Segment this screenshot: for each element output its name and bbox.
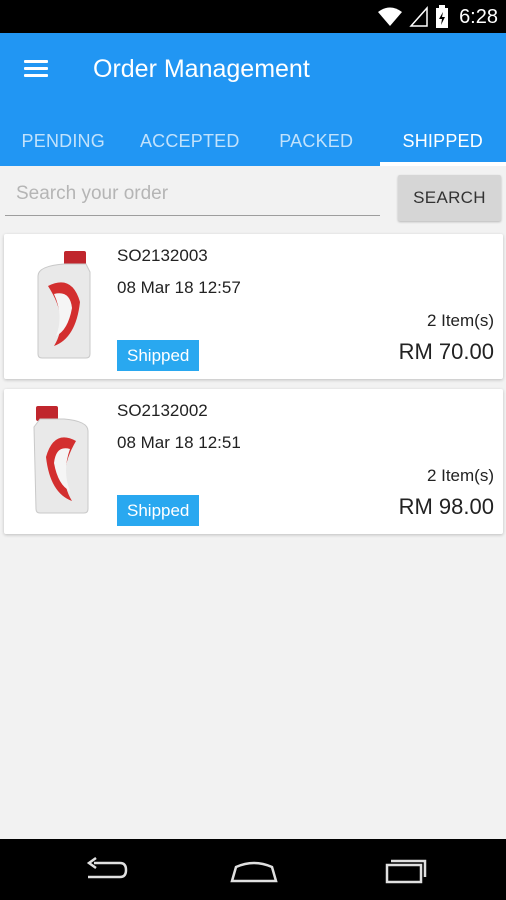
oil-bottle-icon (37, 251, 91, 359)
tab-packed[interactable]: PACKED (253, 117, 380, 166)
order-card[interactable]: SO2132002 08 Mar 18 12:51 2 Item(s) Ship… (4, 389, 503, 534)
item-count: 2 Item(s) (426, 311, 494, 330)
status-badge: Shipped (117, 495, 200, 526)
battery-icon (436, 5, 449, 28)
navigation-bar (0, 839, 506, 900)
tab-shipped[interactable]: SHIPPED (379, 117, 506, 166)
search-area: SEARCH (0, 166, 506, 230)
status-bar: 6:28 (0, 0, 506, 33)
status-badge: Shipped (117, 340, 200, 371)
recents-icon[interactable] (374, 853, 434, 887)
order-date: 08 Mar 18 12:57 (117, 278, 241, 297)
home-icon[interactable] (224, 853, 284, 887)
item-count: 2 Item(s) (426, 466, 494, 485)
order-id: SO2132003 (117, 246, 208, 265)
order-date: 08 Mar 18 12:51 (117, 433, 241, 452)
order-card[interactable]: SO2132003 08 Mar 18 12:57 2 Item(s) Ship… (4, 234, 503, 379)
signal-icon (409, 6, 428, 27)
wifi-icon (378, 7, 403, 26)
tab-accepted[interactable]: ACCEPTED (127, 117, 254, 166)
page-title: Order Management (93, 55, 310, 83)
status-time: 6:28 (459, 5, 498, 28)
tab-pending[interactable]: PENDING (0, 117, 127, 166)
order-id: SO2132002 (117, 401, 208, 420)
oil-bottle-icon (33, 406, 89, 514)
app-bar: Order Management PENDING ACCEPTED PACKED… (0, 33, 506, 166)
search-button[interactable]: SEARCH (398, 175, 501, 221)
order-price: RM 70.00 (398, 339, 494, 364)
search-input[interactable] (5, 172, 380, 216)
order-price: RM 98.00 (398, 494, 494, 519)
back-icon[interactable] (74, 853, 134, 887)
tab-bar: PENDING ACCEPTED PACKED SHIPPED (0, 117, 506, 166)
menu-icon[interactable] (22, 57, 50, 81)
